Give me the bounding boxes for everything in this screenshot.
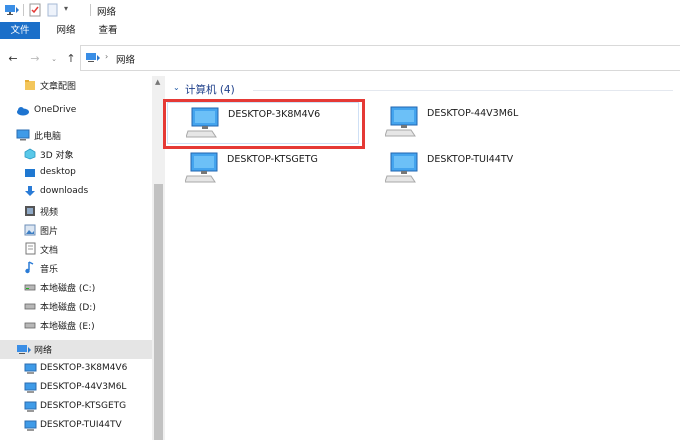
sidebar-item-label: 图片 [40, 227, 59, 237]
music-icon [25, 261, 34, 274]
recent-chevron-down-icon[interactable]: ⌄ [47, 52, 61, 66]
cloud-icon [17, 107, 29, 116]
breadcrumb-chevron-icon[interactable]: › [105, 52, 108, 61]
computer-icon [24, 363, 37, 374]
sidebar-item-label: 此电脑 [34, 132, 62, 142]
computer-icon [185, 152, 218, 183]
computer-tile-4[interactable]: DESKTOP-TUI44TV [367, 148, 557, 188]
new-file-icon[interactable] [47, 3, 59, 17]
up-arrow-icon[interactable]: ↑ [64, 52, 78, 66]
download-arrow-icon [25, 186, 35, 196]
drive-icon [24, 322, 36, 329]
sidebar-item-label: desktop [40, 167, 76, 177]
computer-tile-2[interactable]: DESKTOP-44V3M6L [367, 102, 557, 142]
tab-view[interactable]: 查看 [90, 22, 126, 39]
sidebar-item-label: 本地磁盘 (C:) [40, 284, 96, 294]
sidebar-item-network[interactable]: 网络 [0, 340, 152, 359]
computer-icon [24, 401, 37, 412]
sidebar-item-desktop[interactable]: desktop [0, 164, 152, 183]
window-title: 网络 [97, 7, 117, 18]
sidebar-item-computer-2[interactable]: DESKTOP-44V3M6L [0, 379, 152, 398]
sidebar-item-label: DESKTOP-3K8M4V6 [40, 363, 128, 373]
computer-name: DESKTOP-KTSGETG [227, 154, 318, 165]
cube-icon [24, 148, 36, 160]
network-icon [17, 345, 31, 354]
group-divider [253, 90, 673, 91]
computer-icon [24, 420, 37, 431]
sidebar-item-downloads[interactable]: downloads [0, 183, 152, 202]
sidebar-item-label: 本地磁盘 (E:) [40, 322, 95, 332]
group-header-computers[interactable]: 计算机 (4) [185, 82, 235, 97]
drive-icon [24, 284, 36, 291]
computer-name: DESKTOP-44V3M6L [427, 108, 519, 119]
computer-icon [385, 106, 418, 137]
sidebar-item-label: 文章配图 [40, 82, 77, 92]
scroll-up-arrow-icon[interactable]: ▲ [155, 78, 160, 86]
address-bar[interactable]: › 网络 [80, 45, 680, 71]
pc-icon [16, 129, 30, 141]
sidebar-item-label: 本地磁盘 (D:) [40, 303, 96, 313]
sidebar-item-onedrive[interactable]: OneDrive [0, 102, 152, 121]
desktop-folder-icon [25, 169, 35, 177]
quick-access-dropdown-icon[interactable]: ▾ [64, 4, 68, 13]
sidebar-item-computer-1[interactable]: DESKTOP-3K8M4V6 [0, 360, 152, 379]
drive-icon [24, 303, 36, 310]
sidebar-item-label: 3D 对象 [40, 151, 74, 161]
document-icon [25, 242, 36, 255]
computer-icon [24, 382, 37, 393]
title-bar: ▾ 网络 [0, 0, 680, 22]
sidebar-item-this-pc[interactable]: 此电脑 [0, 126, 152, 145]
sidebar-item-label: downloads [40, 186, 89, 196]
computer-tile-3[interactable]: DESKTOP-KTSGETG [167, 148, 357, 188]
sidebar-item-drive-c[interactable]: 本地磁盘 (C:) [0, 278, 152, 297]
sidebar-item-documents[interactable]: 文档 [0, 240, 152, 259]
sidebar-item-article-images[interactable]: 文章配图 [0, 76, 152, 95]
sidebar-item-label: DESKTOP-TUI44TV [40, 420, 122, 430]
back-arrow-icon[interactable]: ← [6, 52, 20, 66]
folder-icon [25, 80, 35, 90]
sidebar-item-drive-d[interactable]: 本地磁盘 (D:) [0, 297, 152, 316]
sidebar-item-label: DESKTOP-44V3M6L [40, 382, 127, 392]
ribbon-tabs: 文件 网络 查看 [0, 22, 680, 41]
sidebar-item-label: 文档 [40, 246, 59, 256]
sidebar-item-videos[interactable]: 视频 [0, 202, 152, 221]
sidebar-item-music[interactable]: 音乐 [0, 259, 152, 278]
computer-icon [385, 152, 418, 183]
computer-name: DESKTOP-TUI44TV [427, 154, 514, 165]
forward-arrow-icon[interactable]: → [28, 52, 42, 66]
sidebar-item-label: 网络 [34, 346, 53, 356]
video-icon [25, 206, 35, 216]
sidebar-item-pictures[interactable]: 图片 [0, 221, 152, 240]
tab-file[interactable]: 文件 [0, 22, 40, 39]
breadcrumb-network[interactable]: 网络 [116, 52, 135, 66]
group-collapse-chevron-icon[interactable]: ⌄ [173, 83, 180, 92]
tab-network[interactable]: 网络 [48, 22, 84, 39]
highlight-box [163, 99, 365, 149]
navigation-pane: 文章配图 OneDrive 此电脑 3D 对象 desktop download… [0, 76, 152, 440]
properties-icon[interactable] [29, 3, 41, 17]
network-icon [86, 53, 100, 62]
sidebar-item-drive-e[interactable]: 本地磁盘 (E:) [0, 316, 152, 335]
sidebar-item-label: 视频 [40, 208, 59, 218]
sidebar-item-label: OneDrive [34, 105, 77, 115]
network-icon [5, 5, 19, 15]
picture-icon [24, 224, 36, 236]
sidebar-item-computer-4[interactable]: DESKTOP-TUI44TV [0, 417, 152, 436]
sidebar-item-label: DESKTOP-KTSGETG [40, 401, 127, 411]
sidebar-item-3d-objects[interactable]: 3D 对象 [0, 145, 152, 164]
scrollbar-thumb[interactable] [154, 184, 163, 440]
content-area: ⌄ 计算机 (4) DESKTOP-3K8M4V6 DESKTOP-44V3M6… [163, 76, 680, 440]
sidebar-item-label: 音乐 [40, 265, 59, 275]
sidebar-item-computer-3[interactable]: DESKTOP-KTSGETG [0, 398, 152, 417]
